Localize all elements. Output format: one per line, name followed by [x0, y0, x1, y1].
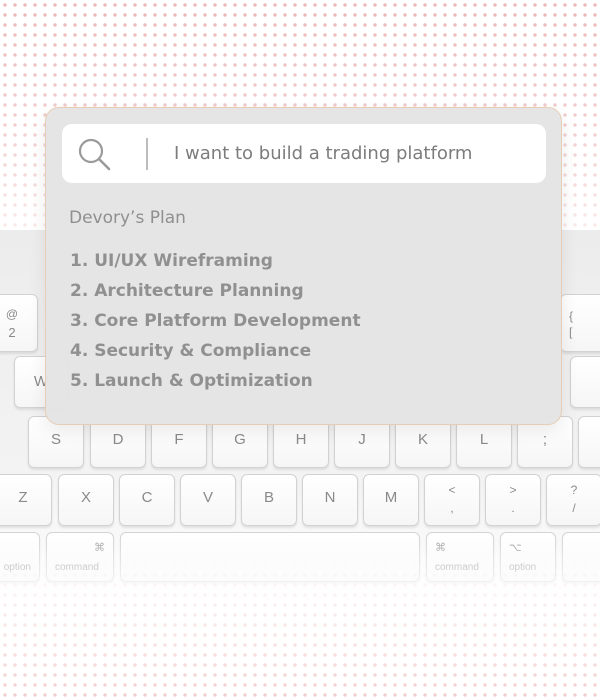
key-slash-shift: ?	[570, 483, 578, 497]
key-v: V	[180, 474, 236, 526]
plan-steps-list: 1. UI/UX Wireframing 2. Architecture Pla…	[70, 251, 361, 401]
key-m-label: M	[384, 489, 398, 506]
search-icon[interactable]	[76, 136, 114, 174]
search-input[interactable]: I want to build a trading platform	[174, 143, 472, 164]
key-period: > .	[485, 474, 541, 526]
key-h-label: H	[295, 431, 307, 448]
key-n-label: N	[324, 489, 336, 506]
key-period-main: .	[511, 501, 515, 515]
plan-step: 3. Core Platform Development	[70, 311, 361, 331]
key-k-label: K	[417, 431, 428, 448]
plan-step: 1. UI/UX Wireframing	[70, 251, 273, 271]
key-z-label: Z	[18, 489, 28, 506]
plan-step: 5. Launch & Optimization	[70, 371, 313, 391]
plan-step: 2. Architecture Planning	[70, 281, 304, 301]
key-slash: ? /	[546, 474, 600, 526]
key-period-shift: >	[509, 483, 517, 497]
key-slash-main: /	[572, 501, 576, 515]
key-comma-shift: <	[448, 483, 456, 497]
key-d-label: D	[112, 431, 124, 448]
key-comma: < ,	[424, 474, 480, 526]
key-x: X	[58, 474, 114, 526]
key-b-label: B	[263, 489, 274, 506]
key-f-label: F	[174, 431, 184, 448]
key-brace-main: [	[569, 325, 573, 339]
key-g-label: G	[234, 431, 246, 448]
key-2: @ 2	[0, 294, 38, 352]
key-z: Z	[0, 474, 52, 526]
key-m: M	[363, 474, 419, 526]
assistant-panel: I want to build a trading platform Devor…	[45, 107, 562, 425]
key-brace-shift: {	[569, 309, 574, 323]
key-semicolon-label: ;	[542, 431, 548, 448]
key-open-brace: { [	[560, 294, 600, 352]
key-v-label: V	[202, 489, 213, 506]
key-n: N	[302, 474, 358, 526]
key-right-edge	[570, 356, 600, 408]
key-b: B	[241, 474, 297, 526]
key-2-shift: @	[5, 307, 19, 321]
key-comma-main: ,	[450, 501, 454, 515]
plan-step: 4. Security & Compliance	[70, 341, 312, 361]
key-x-label: X	[80, 489, 91, 506]
text-cursor	[146, 138, 148, 170]
key-quote	[578, 416, 600, 468]
key-s-label: S	[50, 431, 61, 448]
key-j-label: J	[358, 431, 366, 448]
key-c: C	[119, 474, 175, 526]
key-2-main: 2	[8, 325, 16, 340]
key-l-label: L	[479, 431, 489, 448]
key-c-label: C	[141, 489, 153, 506]
plan-title: Devory’s Plan	[69, 208, 186, 228]
dotted-background-bottom	[0, 560, 600, 700]
search-bar[interactable]: I want to build a trading platform	[62, 124, 546, 183]
